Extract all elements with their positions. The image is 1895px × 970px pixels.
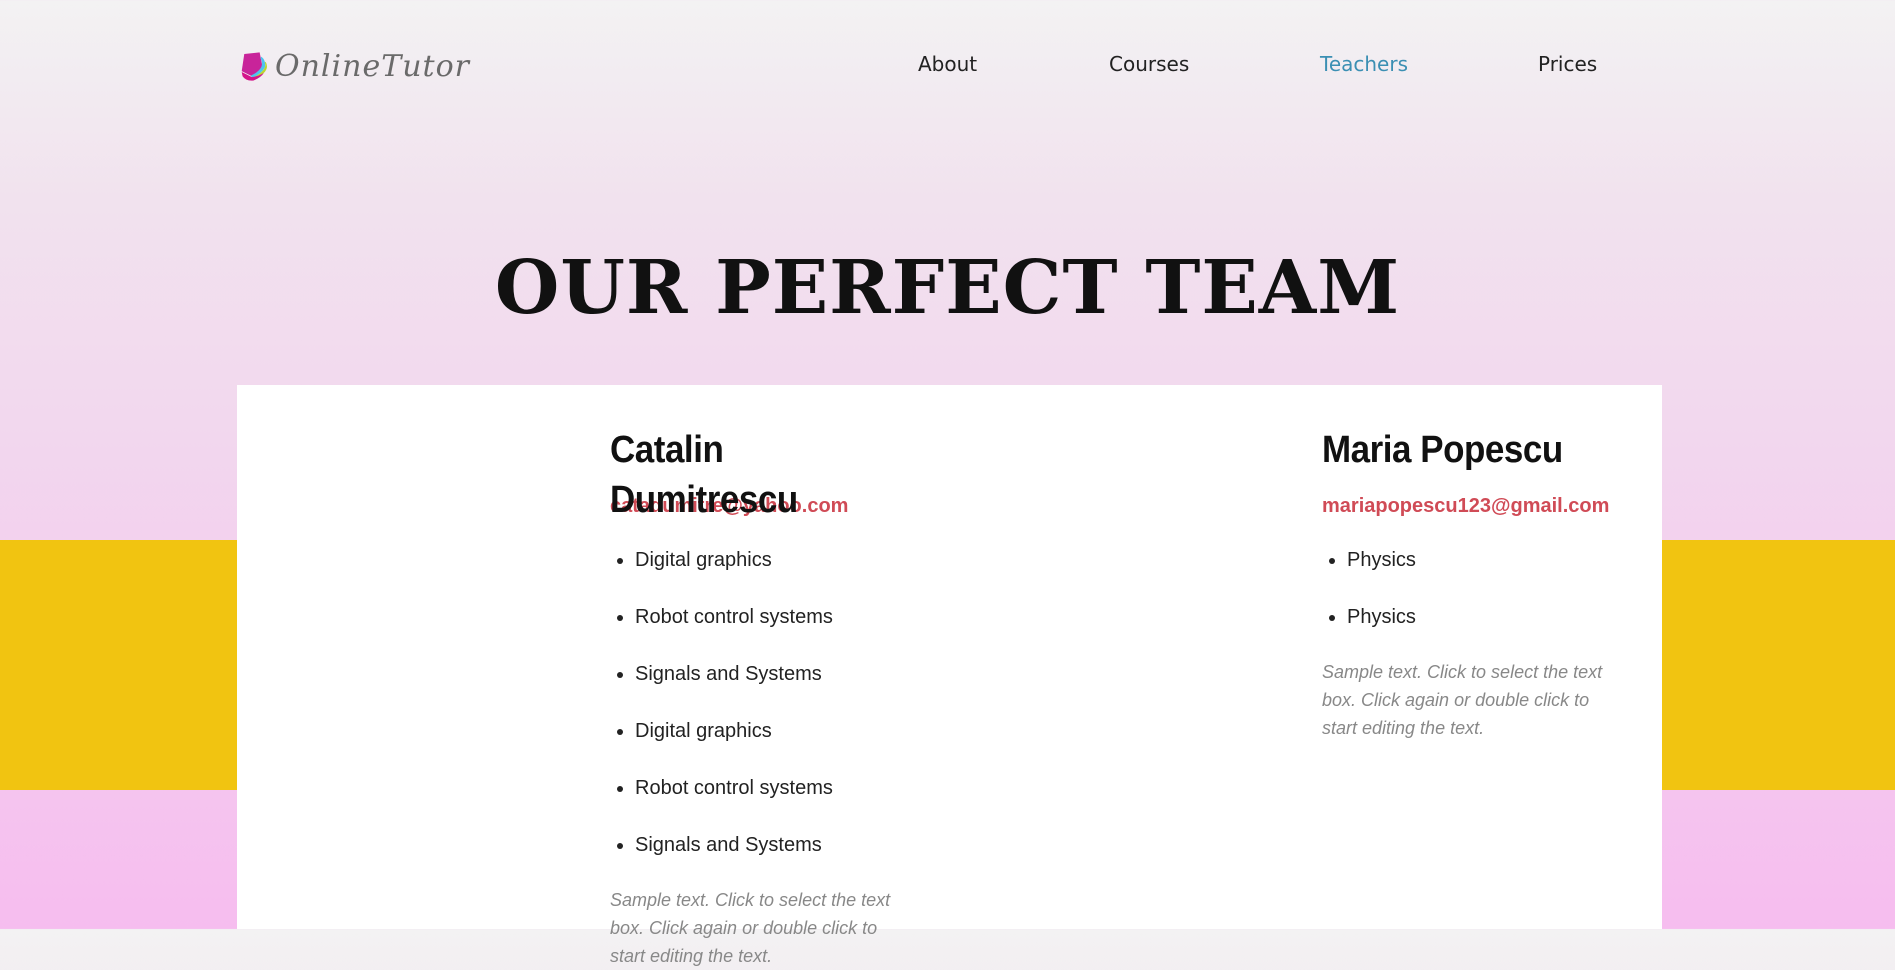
bullet-icon: [1329, 615, 1335, 621]
teacher-email-link[interactable]: mariapopescu123@gmail.com: [1322, 495, 1652, 518]
bullet-icon: [617, 843, 623, 849]
nav-prices[interactable]: Prices: [1538, 52, 1597, 76]
book-pages-icon: [241, 52, 267, 81]
teacher-name: Maria Popescu: [1322, 429, 1563, 471]
subject-label: Digital graphics: [635, 720, 772, 742]
team-card: Catalin Dumitrescu catadumitre@yahoo.com…: [237, 385, 1662, 966]
nav-teachers[interactable]: Teachers: [1320, 52, 1408, 76]
nav-courses[interactable]: Courses: [1109, 52, 1189, 76]
teacher-profile: Catalin Dumitrescu catadumitre@yahoo.com…: [610, 425, 940, 970]
bullet-icon: [617, 729, 623, 735]
subject-item: Digital graphics: [610, 532, 940, 589]
bullet-icon: [617, 672, 623, 678]
subject-item: Robot control systems: [610, 589, 940, 646]
subject-item: Robot control systems: [610, 760, 940, 817]
subject-label: Signals and Systems: [635, 834, 822, 856]
bullet-icon: [617, 558, 623, 564]
subject-label: Robot control systems: [635, 777, 833, 799]
subject-item: Physics: [1322, 532, 1652, 589]
site-header: OnlineTutor About Courses Teachers Price…: [0, 0, 1895, 130]
teacher-name: Catalin Dumitrescu: [610, 429, 798, 521]
page-title: OUR PERFECT TEAM: [494, 245, 1401, 331]
sample-text[interactable]: Sample text. Click to select the text bo…: [610, 886, 895, 970]
subject-list: Digital graphics Robot control systems S…: [610, 532, 940, 874]
bullet-icon: [1329, 558, 1335, 564]
logo-text: OnlineTutor: [275, 48, 470, 84]
bullet-icon: [617, 615, 623, 621]
subject-label: Signals and Systems: [635, 663, 822, 685]
subject-item: Signals and Systems: [610, 646, 940, 703]
teacher-profile: Maria Popescu mariapopescu123@gmail.com …: [1322, 425, 1652, 742]
subject-label: Physics: [1347, 606, 1416, 628]
subject-item: Signals and Systems: [610, 817, 940, 874]
subject-item: Physics: [1322, 589, 1652, 646]
sample-text[interactable]: Sample text. Click to select the text bo…: [1322, 658, 1607, 742]
nav-about[interactable]: About: [918, 52, 977, 76]
subject-label: Digital graphics: [635, 549, 772, 571]
logo[interactable]: OnlineTutor: [240, 30, 470, 102]
subject-label: Physics: [1347, 549, 1416, 571]
subject-label: Robot control systems: [635, 606, 833, 628]
subject-item: Digital graphics: [610, 703, 940, 760]
subject-list: Physics Physics: [1322, 532, 1652, 646]
bullet-icon: [617, 786, 623, 792]
